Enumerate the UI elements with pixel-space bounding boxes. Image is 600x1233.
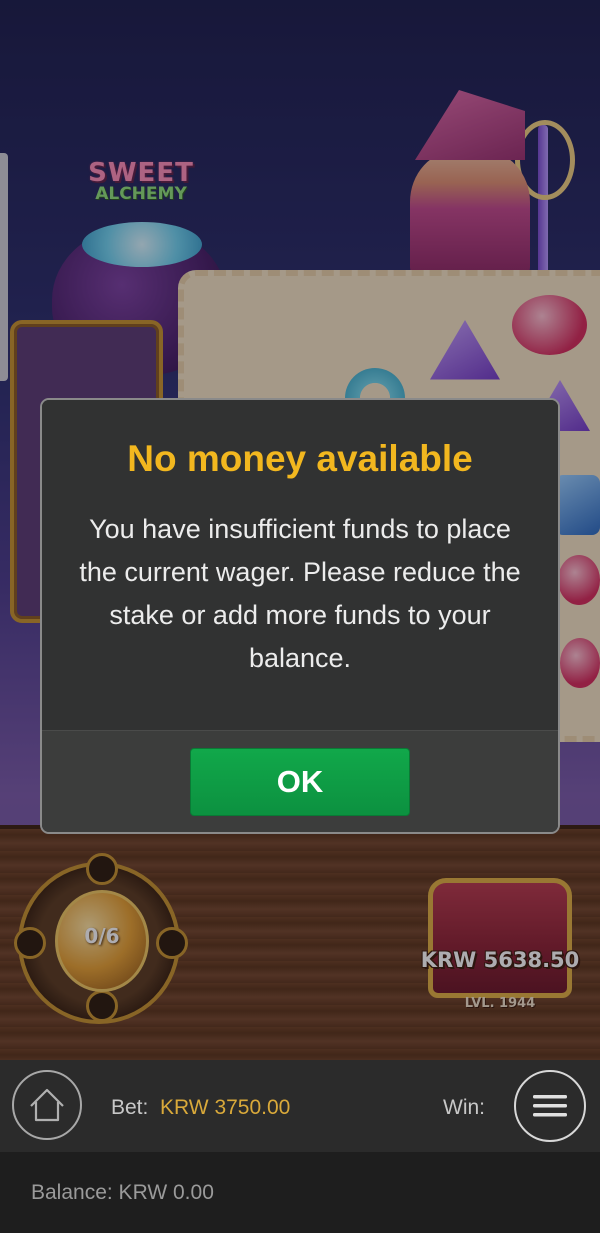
dialog-title: No money available <box>127 438 473 479</box>
insufficient-funds-dialog: No money available You have insufficient… <box>40 398 560 834</box>
dialog-message: You have insufficient funds to place the… <box>79 514 521 673</box>
home-button[interactable] <box>12 1070 82 1140</box>
ok-button[interactable]: OK <box>190 748 410 816</box>
menu-button[interactable] <box>514 1070 586 1142</box>
dialog-body: No money available You have insufficient… <box>42 400 558 730</box>
win-label: Win: <box>443 1096 485 1119</box>
hamburger-menu-icon <box>533 1095 567 1117</box>
home-icon <box>30 1088 64 1122</box>
bet-value: KRW 3750.00 <box>160 1096 291 1119</box>
balance-text: Balance: KRW 0.00 <box>31 1181 214 1204</box>
bottom-control-bar <box>0 1060 600 1152</box>
bet-label: Bet: <box>111 1096 149 1119</box>
